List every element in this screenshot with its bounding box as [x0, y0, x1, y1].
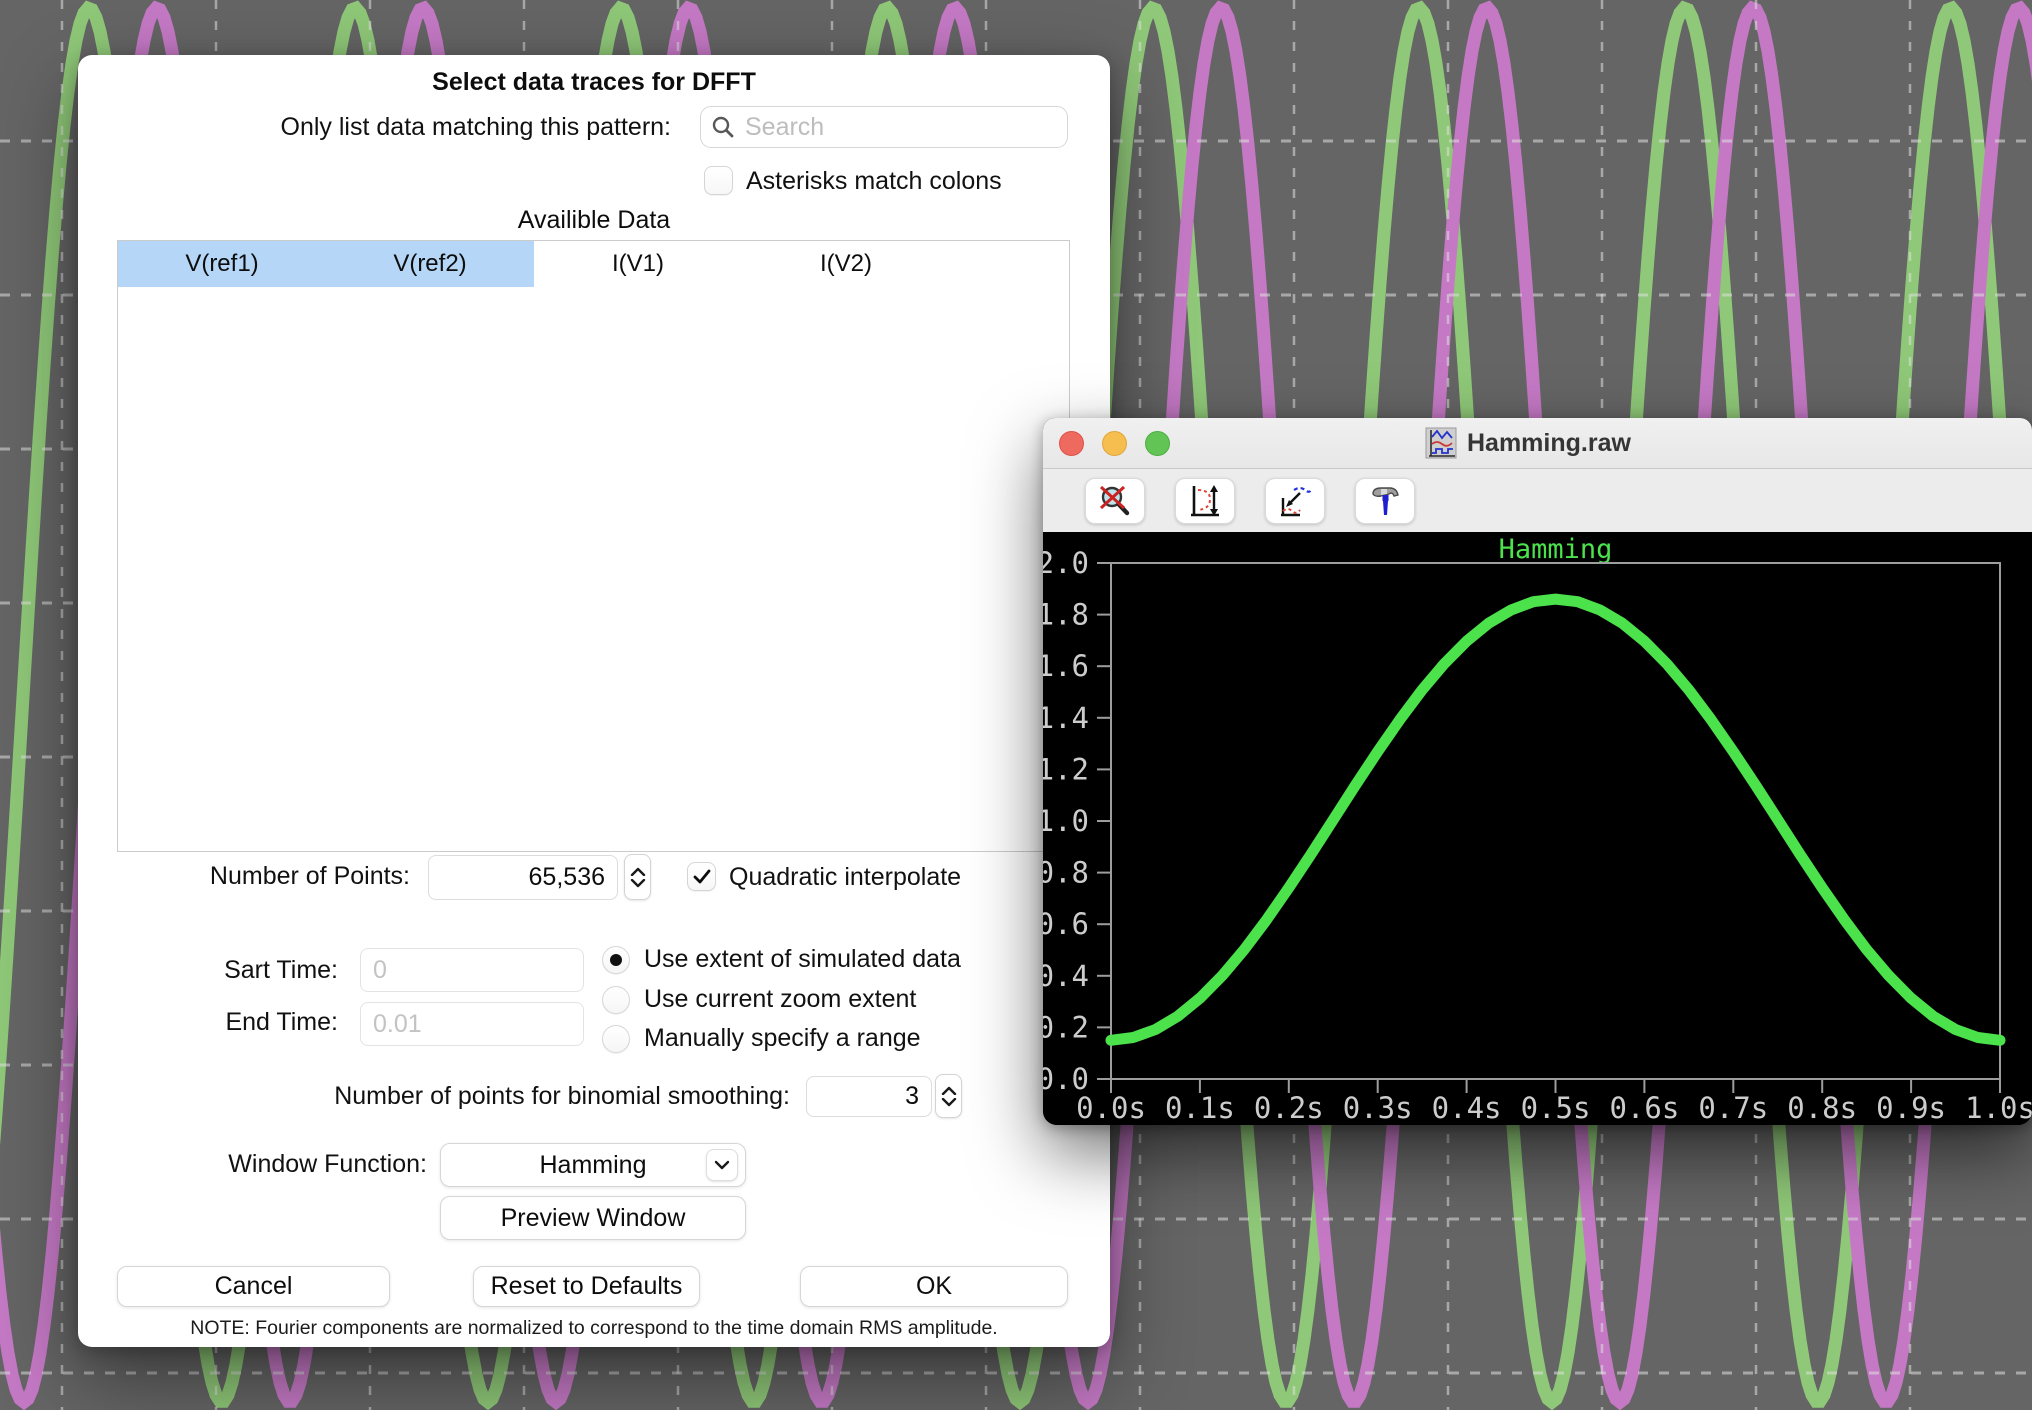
checkmark-icon [693, 869, 711, 885]
stepper-down-icon [630, 879, 646, 888]
window-titlebar: Hamming.raw [1043, 418, 2032, 469]
zoom-button[interactable] [1145, 431, 1170, 456]
search-input[interactable]: Search [700, 106, 1068, 148]
available-data-label: Availible Data [78, 206, 1110, 235]
plot-toolbar [1043, 469, 2032, 532]
search-placeholder: Search [745, 113, 824, 142]
dialog-title: Select data traces for DFFT [78, 68, 1110, 97]
number-of-points-label: Number of Points: [78, 862, 410, 891]
hammer-icon [1367, 484, 1403, 518]
plot-settings-button[interactable] [1265, 478, 1325, 524]
x-axis-tick-label: 0.0s [1076, 1091, 1146, 1125]
hamming-chart: Hamming0.00.20.40.60.81.01.21.41.61.82.0… [1043, 532, 2032, 1125]
range-option[interactable]: Use extent of simulated data [602, 945, 961, 974]
data-trace-item[interactable]: I(V1) [534, 241, 742, 287]
x-axis-tick-label: 0.8s [1787, 1091, 1857, 1125]
data-trace-item[interactable]: V(ref2) [326, 241, 534, 287]
data-trace-item[interactable]: I(V2) [742, 241, 950, 287]
available-data-list: V(ref1)V(ref2)I(V1)I(V2) [117, 240, 1070, 852]
zoom-back-icon [1098, 484, 1132, 518]
number-of-points-input[interactable]: 65,536 [428, 855, 618, 900]
radio-selected-icon[interactable] [602, 946, 630, 974]
y-axis-tick-label: 0.4 [1043, 959, 1089, 993]
x-axis-tick-label: 1.0s [1965, 1091, 2032, 1125]
x-axis-tick-label: 0.9s [1876, 1091, 1946, 1125]
dfft-dialog: Select data traces for DFFT Only list da… [78, 55, 1110, 1347]
zoom-back-button[interactable] [1085, 478, 1145, 524]
chart-title: Hamming [1499, 534, 1613, 565]
radio-dot [610, 954, 622, 966]
range-option[interactable]: Manually specify a range [602, 1024, 921, 1053]
range-option-label: Use extent of simulated data [644, 945, 961, 974]
pattern-label: Only list data matching this pattern: [78, 113, 671, 142]
y-axis-tick-label: 0.8 [1043, 856, 1089, 890]
waveform-document-icon [1425, 427, 1457, 459]
x-axis-tick-label: 0.4s [1432, 1091, 1502, 1125]
y-axis-tick-label: 1.2 [1043, 752, 1089, 786]
stepper-down-icon [941, 1098, 957, 1107]
data-trace-item[interactable]: V(ref1) [118, 241, 326, 287]
y-axis-tick-label: 2.0 [1043, 546, 1089, 580]
y-axis-tick-label: 1.4 [1043, 701, 1089, 735]
x-axis-tick-label: 0.2s [1254, 1091, 1324, 1125]
autorange-y-axis-icon [1188, 484, 1222, 518]
search-icon [711, 115, 735, 139]
start-time-label: Sart Time: [78, 956, 338, 985]
y-axis-tick-label: 1.0 [1043, 804, 1089, 838]
window-title: Hamming.raw [1467, 429, 1631, 458]
screen: { "background": { "color": "#656565", "g… [0, 0, 2032, 1410]
binomial-smoothing-label: Number of points for binomial smoothing: [78, 1082, 790, 1111]
binomial-smoothing-input[interactable]: 3 [806, 1076, 932, 1117]
end-time-label: End Time: [78, 1008, 338, 1037]
preview-window-button[interactable]: Preview Window [440, 1196, 746, 1240]
y-axis-tick-label: 0.2 [1043, 1010, 1089, 1044]
y-axis-tick-label: 1.6 [1043, 649, 1089, 683]
start-time-input[interactable]: 0 [360, 948, 584, 992]
x-axis-tick-label: 0.1s [1165, 1091, 1235, 1125]
hamming-raw-window: Hamming.raw [1043, 418, 2032, 1125]
plot-settings-icon [1278, 484, 1312, 518]
note-text: NOTE: Fourier components are normalized … [78, 1317, 1110, 1340]
chevron-down-icon [706, 1149, 738, 1181]
autorange-y-axis-button[interactable] [1175, 478, 1235, 524]
end-time-input[interactable]: 0.01 [360, 1002, 584, 1046]
asterisks-checkbox[interactable] [704, 166, 733, 195]
binomial-smoothing-stepper[interactable] [935, 1074, 962, 1118]
asterisks-checkbox-label: Asterisks match colons [746, 167, 1002, 196]
number-of-points-stepper[interactable] [624, 854, 651, 900]
hammer-tools-button[interactable] [1355, 478, 1415, 524]
stepper-up-icon [630, 867, 646, 876]
hamming-plot-pane: Hamming0.00.20.40.60.81.01.21.41.61.82.0… [1043, 532, 2032, 1125]
radio-unselected-icon[interactable] [602, 1025, 630, 1053]
minimize-button[interactable] [1102, 431, 1127, 456]
ok-button[interactable]: OK [800, 1266, 1068, 1307]
y-axis-tick-label: 1.8 [1043, 598, 1089, 632]
window-function-label: Window Function: [78, 1150, 427, 1179]
x-axis-tick-label: 0.7s [1698, 1091, 1768, 1125]
quadratic-interpolate-checkbox[interactable] [687, 862, 716, 891]
range-option-label: Manually specify a range [644, 1024, 921, 1053]
x-axis-tick-label: 0.5s [1521, 1091, 1591, 1125]
range-option[interactable]: Use current zoom extent [602, 985, 916, 1014]
range-option-label: Use current zoom extent [644, 985, 916, 1014]
quadratic-interpolate-label: Quadratic interpolate [729, 863, 961, 892]
x-axis-tick-label: 0.6s [1609, 1091, 1679, 1125]
reset-to-defaults-button[interactable]: Reset to Defaults [473, 1266, 700, 1307]
window-function-dropdown[interactable]: Hamming [440, 1143, 746, 1187]
stepper-up-icon [941, 1086, 957, 1095]
cancel-button[interactable]: Cancel [117, 1266, 390, 1307]
close-button[interactable] [1059, 431, 1084, 456]
x-axis-tick-label: 0.3s [1343, 1091, 1413, 1125]
radio-unselected-icon[interactable] [602, 986, 630, 1014]
y-axis-tick-label: 0.6 [1043, 907, 1089, 941]
